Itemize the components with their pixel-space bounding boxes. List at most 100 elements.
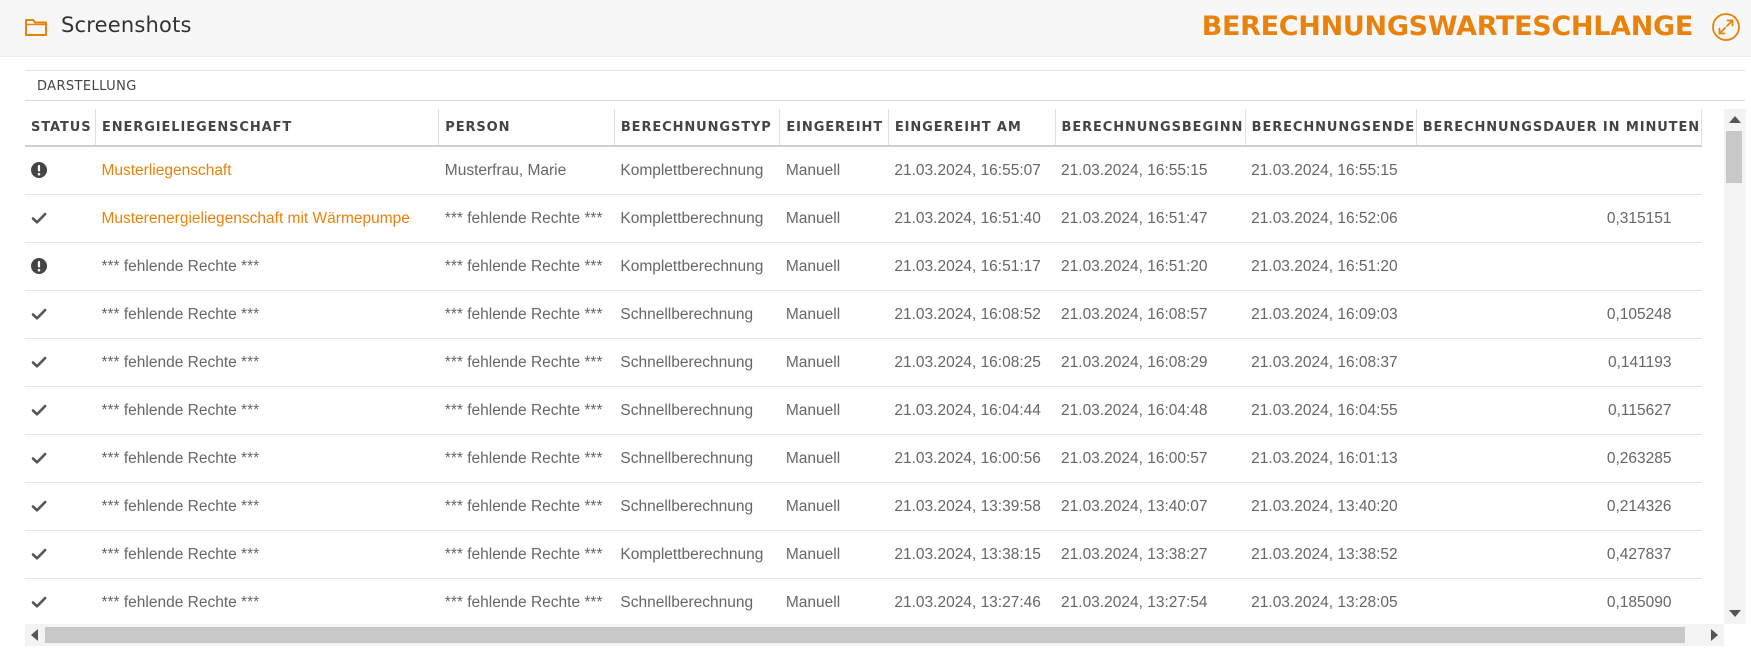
table-row[interactable]: Musterliegenschaft Musterfrau, Marie Kompl… <box>25 146 1702 195</box>
scroll-left-arrow-icon[interactable] <box>31 629 38 641</box>
page-title: BERECHNUNGSWARTESCHLANGE <box>1201 11 1694 42</box>
column-header-person[interactable]: PERSON <box>438 109 615 147</box>
checkmark-icon <box>30 545 48 563</box>
berechnungsende-cell: 21.03.2024, 13:28:05 <box>1245 578 1417 624</box>
berechnungstyp-cell: Schnellberechnung <box>614 290 780 339</box>
panel-divider <box>25 70 1745 71</box>
energieliegenschaft-cell: *** fehlende Rechte *** <box>95 482 439 531</box>
scroll-down-arrow-icon[interactable] <box>1729 610 1741 617</box>
table-row[interactable]: *** fehlende Rechte *** *** fehlende Rech… <box>25 578 1702 624</box>
column-header-berechnungsbeginn[interactable]: BERECHNUNGSBEGINN <box>1055 109 1246 147</box>
berechnungsbeginn-cell: 21.03.2024, 13:38:27 <box>1055 530 1246 579</box>
table-row[interactable]: *** fehlende Rechte *** *** fehlende Rech… <box>25 242 1702 291</box>
energieliegenschaft-link[interactable]: Musterliegenschaft <box>95 146 439 195</box>
energieliegenschaft-link[interactable]: Musterenergieliegenschaft mit Wärmepumpe <box>95 194 439 243</box>
berechnungsende-cell: 21.03.2024, 16:01:13 <box>1245 434 1417 483</box>
status-cell <box>25 194 96 243</box>
column-header-eingereiht[interactable]: EINGEREIHT <box>779 109 889 147</box>
panel-divider-bottom <box>25 100 1745 101</box>
berechnungsbeginn-cell: 21.03.2024, 16:51:47 <box>1055 194 1246 243</box>
scroll-up-arrow-icon[interactable] <box>1729 116 1741 123</box>
status-cell <box>25 482 96 531</box>
column-header-berechnungsdauer[interactable]: BERECHNUNGSDAUER IN MINUTEN <box>1416 109 1703 147</box>
status-cell <box>25 242 96 291</box>
scroll-right-arrow-icon[interactable] <box>1711 629 1718 641</box>
eingereiht-cell: Manuell <box>779 194 889 243</box>
berechnungsdauer-cell: 0,115627 <box>1416 386 1702 435</box>
column-header-energieliegenschaft[interactable]: ENERGIELIEGENSCHAFT <box>95 109 440 147</box>
berechnungsende-cell: 21.03.2024, 16:55:15 <box>1245 146 1417 195</box>
berechnungsende-cell: 21.03.2024, 13:38:52 <box>1245 530 1417 579</box>
energieliegenschaft-cell: *** fehlende Rechte *** <box>95 434 439 483</box>
eingereiht-am-cell: 21.03.2024, 13:27:46 <box>888 578 1056 624</box>
berechnungstyp-cell: Schnellberechnung <box>614 434 780 483</box>
darstellung-section-label[interactable]: DARSTELLUNG <box>37 79 137 94</box>
energieliegenschaft-cell: *** fehlende Rechte *** <box>95 578 439 624</box>
table-header-row: STATUS ENERGIELIEGENSCHAFT PERSON BERECH… <box>25 109 1703 147</box>
berechnungsbeginn-cell: 21.03.2024, 16:00:57 <box>1055 434 1246 483</box>
checkmark-icon <box>30 449 48 467</box>
error-exclamation-icon <box>30 257 48 275</box>
column-header-berechnungstyp[interactable]: BERECHNUNGSTYP <box>614 109 781 147</box>
folder-icon[interactable] <box>24 17 48 37</box>
table-row[interactable]: *** fehlende Rechte *** *** fehlende Rech… <box>25 338 1702 387</box>
checkmark-icon <box>30 209 48 227</box>
berechnungstyp-cell: Schnellberechnung <box>614 338 780 387</box>
table-row[interactable]: *** fehlende Rechte *** *** fehlende Rech… <box>25 386 1702 435</box>
checkmark-icon <box>30 593 48 611</box>
column-header-status[interactable]: STATUS <box>25 109 96 147</box>
person-cell: *** fehlende Rechte *** <box>438 482 615 531</box>
berechnungsbeginn-cell: 21.03.2024, 16:08:57 <box>1055 290 1246 339</box>
status-cell <box>25 338 96 387</box>
status-cell <box>25 146 96 195</box>
eingereiht-cell: Manuell <box>779 578 889 624</box>
eingereiht-am-cell: 21.03.2024, 16:51:40 <box>888 194 1056 243</box>
column-header-eingereiht-am[interactable]: EINGEREIHT AM <box>888 109 1056 147</box>
berechnungsdauer-cell: 0,263285 <box>1416 434 1702 483</box>
horizontal-scrollbar[interactable] <box>25 624 1724 646</box>
person-cell: *** fehlende Rechte *** <box>438 530 615 579</box>
person-cell: Musterfrau, Marie <box>438 146 615 195</box>
energieliegenschaft-cell: *** fehlende Rechte *** <box>95 338 439 387</box>
berechnungsbeginn-cell: 21.03.2024, 13:40:07 <box>1055 482 1246 531</box>
person-cell: *** fehlende Rechte *** <box>438 434 615 483</box>
person-cell: *** fehlende Rechte *** <box>438 242 615 291</box>
eingereiht-am-cell: 21.03.2024, 16:04:44 <box>888 386 1056 435</box>
vertical-scroll-thumb[interactable] <box>1726 131 1742 183</box>
column-header-berechnungsende[interactable]: BERECHNUNGSENDE <box>1245 109 1417 147</box>
eingereiht-am-cell: 21.03.2024, 13:38:15 <box>888 530 1056 579</box>
checkmark-icon <box>30 305 48 323</box>
eingereiht-cell: Manuell <box>779 338 889 387</box>
person-cell: *** fehlende Rechte *** <box>438 578 615 624</box>
table-row[interactable]: *** fehlende Rechte *** *** fehlende Rech… <box>25 482 1702 531</box>
berechnungstyp-cell: Komplettberechnung <box>614 530 780 579</box>
checkmark-icon <box>30 497 48 515</box>
berechnungsdauer-cell: 0,105248 <box>1416 290 1702 339</box>
berechnungsdauer-cell: 0,185090 <box>1416 578 1702 624</box>
status-cell <box>25 434 96 483</box>
eingereiht-cell: Manuell <box>779 482 889 531</box>
app-title: Screenshots <box>61 13 192 37</box>
eingereiht-cell: Manuell <box>779 434 889 483</box>
status-cell <box>25 386 96 435</box>
table-row[interactable]: *** fehlende Rechte *** *** fehlende Rech… <box>25 530 1702 579</box>
queue-table-container: STATUS ENERGIELIEGENSCHAFT PERSON BERECH… <box>25 109 1725 624</box>
berechnungsbeginn-cell: 21.03.2024, 16:08:29 <box>1055 338 1246 387</box>
berechnungstyp-cell: Komplettberechnung <box>614 194 780 243</box>
checkmark-icon <box>30 401 48 419</box>
eingereiht-cell: Manuell <box>779 146 889 195</box>
expand-icon[interactable] <box>1711 12 1741 42</box>
berechnungsende-cell: 21.03.2024, 16:51:20 <box>1245 242 1417 291</box>
table-row[interactable]: *** fehlende Rechte *** *** fehlende Rech… <box>25 290 1702 339</box>
eingereiht-am-cell: 21.03.2024, 16:08:52 <box>888 290 1056 339</box>
table-row[interactable]: *** fehlende Rechte *** *** fehlende Rech… <box>25 434 1702 483</box>
energieliegenschaft-cell: *** fehlende Rechte *** <box>95 242 439 291</box>
vertical-scrollbar[interactable] <box>1724 109 1746 624</box>
berechnungstyp-cell: Komplettberechnung <box>614 146 780 195</box>
table-row[interactable]: Musterenergieliegenschaft mit Wärmepumpe… <box>25 194 1702 243</box>
error-exclamation-icon <box>30 161 48 179</box>
horizontal-scroll-thumb[interactable] <box>45 627 1685 643</box>
berechnungstyp-cell: Schnellberechnung <box>614 482 780 531</box>
berechnungsende-cell: 21.03.2024, 16:09:03 <box>1245 290 1417 339</box>
berechnungsende-cell: 21.03.2024, 16:04:55 <box>1245 386 1417 435</box>
